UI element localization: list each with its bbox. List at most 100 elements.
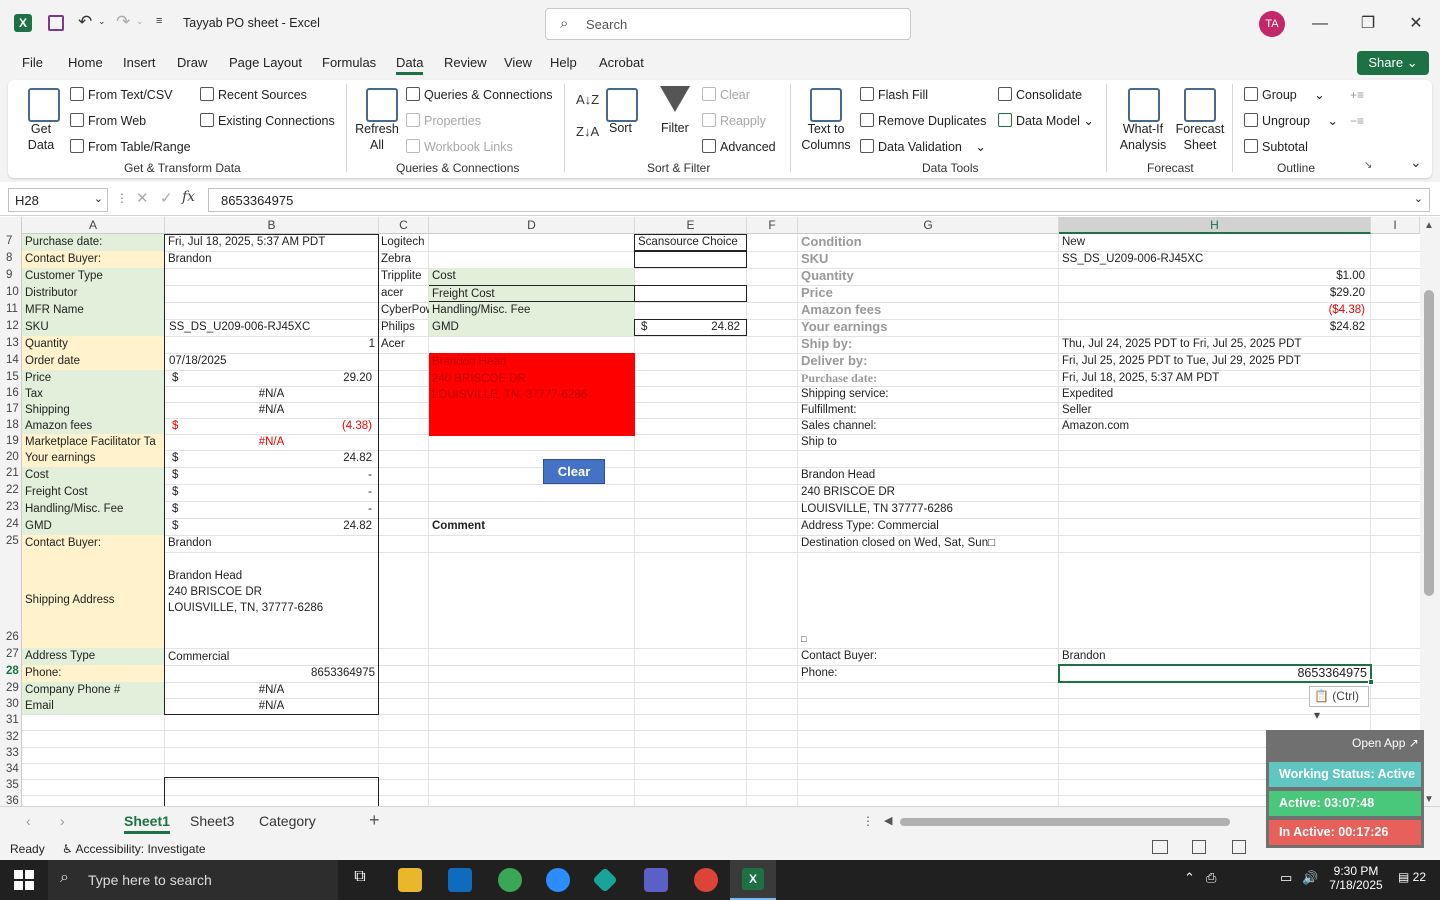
row-header[interactable]: 7 [0,235,22,247]
vertical-scroll-thumb[interactable] [1424,290,1434,596]
cell-g18[interactable]: Sales channel: [798,418,1058,434]
sheet-tab-sheet1[interactable]: Sheet1 [124,813,170,834]
cell-d9[interactable]: Cost [429,268,634,285]
name-box[interactable]: H28 ⌄ [8,188,108,212]
cell-g17[interactable]: Fulfillment: [798,402,1058,418]
tab-home[interactable]: Home [68,55,103,70]
remove-duplicates-button[interactable]: Remove Duplicates [860,113,986,128]
cell-a7[interactable]: Purchase date: [22,234,165,251]
cell-a28[interactable]: Phone: [22,665,165,682]
chrome-profile-icon[interactable] [694,868,718,892]
row-header[interactable]: 16 [0,387,22,399]
page-layout-view-icon[interactable] [1192,840,1206,854]
tab-insert[interactable]: Insert [123,55,156,70]
from-text-csv-button[interactable]: From Text/CSV [70,87,173,102]
more-options-icon[interactable]: ⋮ [116,191,128,205]
row-header[interactable]: 20 [0,451,22,463]
cell-a30[interactable]: Email [22,698,165,714]
tab-formulas[interactable]: Formulas [322,55,376,70]
cell-b26-line1[interactable]: Brandon Head [165,568,378,584]
row-header[interactable]: 14 [0,354,22,366]
cell-e12[interactable]: 24.82 [635,319,743,336]
clear-button[interactable]: Clear [543,459,605,484]
add-sheet-icon[interactable]: + [369,810,380,831]
cell-g7[interactable]: Condition [798,234,1058,251]
row-header[interactable]: 19 [0,435,22,447]
notifications-icon[interactable]: ▤ 22 [1398,870,1426,884]
horizontal-scroll-thumb[interactable] [900,818,1230,826]
zoom-icon[interactable] [546,868,570,892]
excel-taskbar-button[interactable]: X [730,860,776,900]
undo-icon[interactable]: ↶ [78,12,92,32]
cell-c12[interactable]: Philips [379,319,429,336]
cell-b30[interactable]: #N/A [165,698,378,714]
row-header-selected[interactable]: 28 [0,665,22,677]
existing-connections-button[interactable]: Existing Connections [200,113,335,128]
close-icon[interactable]: ✕ [1404,12,1428,36]
row-header[interactable]: 11 [0,303,22,315]
dialog-launcher-icon[interactable]: ↘ [1364,160,1372,171]
refresh-all-button[interactable]: Refresh All [354,121,400,153]
cell-c8[interactable]: Zebra [379,251,429,268]
cell-b17[interactable]: #N/A [165,402,378,418]
scroll-left-icon[interactable]: ◀ [884,814,892,827]
tab-draw[interactable]: Draw [177,55,207,70]
cell-a14[interactable]: Order date [22,353,165,370]
col-header-e[interactable]: E [635,217,747,234]
tab-page-layout[interactable]: Page Layout [229,55,302,70]
cell-d14[interactable]: Brandon Head [429,354,634,370]
cell-g13[interactable]: Ship by: [798,336,1058,353]
cell-a25[interactable]: Contact Buyer: [22,535,165,552]
properties-button[interactable]: Properties [406,113,481,128]
cell-a20[interactable]: Your earnings [22,450,165,467]
undo-dropdown-icon[interactable]: ⌄ [98,16,106,27]
cell-e7[interactable]: Scansource Choice [635,234,746,251]
cell-d16[interactable]: LOUISVILLE, TN, 37777-6286 [429,387,634,403]
cell-b21[interactable]: - [165,467,375,484]
filter-button[interactable]: Filter [661,121,689,135]
text-to-columns-button[interactable]: Text to Columns [800,121,852,153]
cell-a15[interactable]: Price [22,370,165,386]
sort-za-icon[interactable]: Z↓A [576,124,599,139]
cell-h13[interactable]: Thu, Jul 24, 2025 PDT to Fri, Jul 25, 20… [1059,336,1370,353]
col-header-d[interactable]: D [429,217,635,234]
page-break-view-icon[interactable] [1232,840,1246,854]
cell-b7[interactable]: Fri, Jul 18, 2025, 5:37 AM PDT [165,234,378,251]
show-detail-icon[interactable]: +≡ [1350,88,1364,102]
cell-c9[interactable]: Tripplite [379,268,429,285]
cell-a27[interactable]: Address Type [22,648,165,665]
windows-start-icon[interactable] [14,870,34,890]
col-header-h[interactable]: H [1059,217,1371,234]
cell-b28[interactable]: 8653364975 [165,665,378,682]
collapse-ribbon-icon[interactable]: ⌄ [1410,154,1422,171]
file-explorer-icon[interactable] [398,868,422,892]
get-data-button[interactable]: Get Data [20,121,62,153]
row-header[interactable]: 17 [0,403,22,415]
what-if-analysis-button[interactable]: What-If Analysis [1114,121,1172,153]
hide-detail-icon[interactable]: −≡ [1350,114,1364,128]
cell-g15[interactable]: Purchase date: [798,370,1058,386]
cell-b24[interactable]: 24.82 [165,518,375,535]
scroll-up-icon[interactable]: ▲ [1424,220,1434,231]
row-header[interactable]: 22 [0,484,22,496]
row-header[interactable]: 29 [0,682,22,694]
cell-g12[interactable]: Your earnings [798,319,1058,336]
row-header[interactable]: 31 [0,714,22,726]
cell-a17[interactable]: Shipping [22,402,165,418]
save-icon[interactable] [48,15,64,31]
row-header[interactable]: 34 [0,763,22,775]
cell-b16[interactable]: #N/A [165,386,378,402]
group-button[interactable]: Group ⌄ [1244,87,1325,102]
tab-review[interactable]: Review [444,55,487,70]
cell-h7[interactable]: New [1059,234,1370,251]
accessibility-button[interactable]: ♿ Accessibility: Investigate [62,842,206,856]
cell-b22[interactable]: - [165,484,375,501]
cell-g23[interactable]: LOUISVILLE, TN 37777-6286 [798,501,1058,518]
col-header-g[interactable]: G [798,217,1059,234]
cell-c7[interactable]: Logitech [379,234,429,251]
subtotal-button[interactable]: Subtotal [1244,139,1308,154]
cell-a12[interactable]: SKU [22,319,165,336]
cell-g14[interactable]: Deliver by: [798,353,1058,370]
cell-a18[interactable]: Amazon fees [22,418,165,434]
advanced-filter-button[interactable]: Advanced [702,139,776,154]
